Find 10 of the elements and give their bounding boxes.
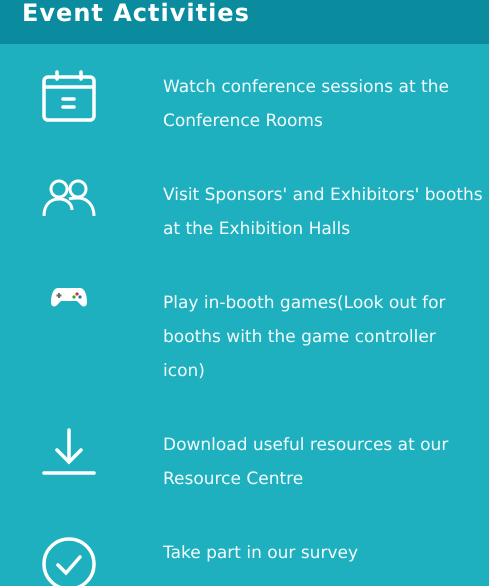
activity-text: Watch conference sessions at the Conference Rooms (163, 76, 450, 133)
activity-text: Visit Sponsors' and Exhibitors' booths at the Exhibition Halls (163, 184, 483, 241)
download-icon (42, 428, 96, 476)
activity-text: Download useful resources at our Resource Centre (163, 434, 450, 491)
gamepad-icon (50, 286, 88, 308)
section-title: Event Activities (22, 0, 250, 26)
activity-text: Play in-booth games(Look out for booths with the game controller icon) (163, 292, 446, 383)
calendar-icon (42, 70, 96, 122)
people-icon (41, 178, 97, 218)
activity-text: Take part in our survey (163, 542, 358, 565)
